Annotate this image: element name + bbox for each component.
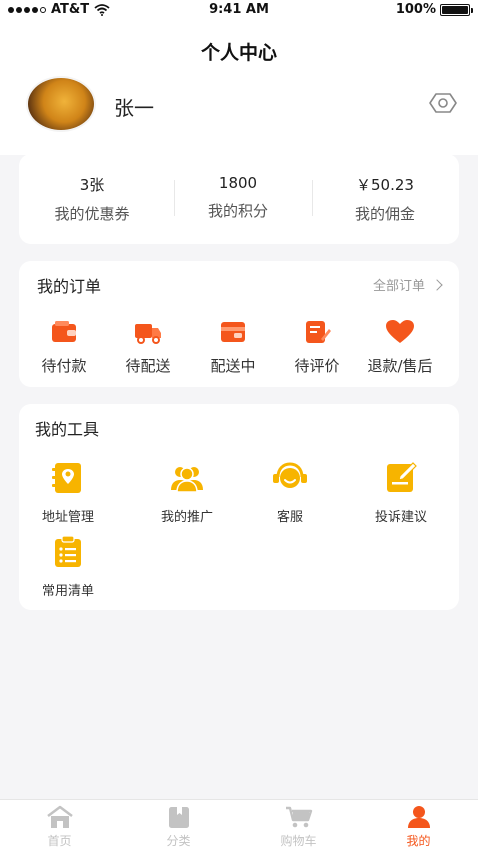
order-pending-delivery[interactable]: 待配送: [105, 319, 191, 376]
settings-hex-icon[interactable]: [428, 92, 458, 114]
points-label: 我的积分: [207, 202, 268, 220]
order-pending-review[interactable]: 待评价: [274, 319, 360, 376]
chevron-right-icon: [431, 278, 443, 291]
order-refund[interactable]: 退款/售后: [357, 319, 443, 376]
tab-cart[interactable]: 购物车: [239, 805, 358, 849]
tool-address[interactable]: 地址管理: [13, 460, 123, 525]
order-label: 配送中: [210, 357, 256, 375]
home-icon: [46, 805, 73, 828]
tab-mine[interactable]: 我的: [359, 805, 478, 849]
headset-icon: [273, 462, 307, 488]
commission-value: ￥50.23: [356, 176, 414, 194]
tool-label: 常用清单: [41, 584, 94, 599]
tools-card: 我的工具 地址管理 我的推广 客服 投诉建议 常用清单: [19, 404, 459, 610]
page-title: 个人中心: [200, 42, 277, 64]
order-delivering[interactable]: 配送中: [190, 319, 276, 376]
users-icon: [171, 467, 203, 493]
tools-title: 我的工具: [35, 420, 100, 439]
tool-label: 客服: [276, 510, 303, 525]
edit-note-icon: [306, 321, 331, 343]
cart-icon: [285, 806, 312, 828]
order-label: 退款/售后: [367, 357, 433, 375]
category-icon: [168, 807, 189, 828]
heart-icon: [386, 320, 414, 343]
order-label: 待配送: [125, 357, 171, 375]
orders-card: 我的订单 全部订单 待付款 待配送 配送中 待评价 退款/售后: [19, 261, 459, 387]
username: 张一: [114, 96, 154, 120]
all-orders-link[interactable]: 全部订单: [372, 275, 443, 294]
battery-percent: 100%: [395, 2, 436, 17]
points-stat[interactable]: 1800 我的积分: [165, 174, 311, 221]
order-label: 待付款: [41, 357, 87, 375]
coupon-label: 我的优惠券: [54, 205, 130, 223]
tab-label: 首页: [47, 834, 72, 848]
status-right: 100%: [395, 2, 473, 17]
battery-icon: [440, 3, 473, 16]
tool-feedback[interactable]: 投诉建议: [346, 460, 456, 525]
tab-category[interactable]: 分类: [119, 805, 238, 849]
location-book-icon: [52, 463, 81, 493]
commission-label: 我的佣金: [354, 205, 415, 223]
order-pending-payment[interactable]: 待付款: [21, 319, 107, 376]
feedback-icon: [387, 462, 417, 492]
tool-label: 投诉建议: [374, 510, 427, 525]
all-orders-label: 全部订单: [372, 279, 425, 294]
tool-label: 我的推广: [160, 510, 213, 525]
order-label: 待评价: [294, 357, 340, 375]
points-value: 1800: [218, 174, 258, 192]
profile-header: 个人中心 张一: [0, 20, 478, 155]
coupon-stat[interactable]: 3张 我的优惠券: [19, 174, 165, 224]
card-wallet-icon: [221, 322, 245, 342]
stats-card: 3张 我的优惠券 1800 我的积分 ￥50.23 我的佣金: [19, 154, 459, 244]
tool-promotion[interactable]: 我的推广: [132, 460, 242, 525]
status-bar: AT&T 9:41 AM 100%: [0, 0, 478, 20]
truck-icon: [135, 324, 161, 344]
coupon-count: 3张: [79, 176, 105, 194]
commission-stat[interactable]: ￥50.23 我的佣金: [312, 174, 458, 224]
tab-home[interactable]: 首页: [0, 805, 119, 849]
tool-label: 地址管理: [41, 510, 94, 525]
tool-checklist[interactable]: 常用清单: [13, 534, 123, 599]
wallet-icon: [52, 321, 76, 342]
tab-label: 我的: [406, 834, 431, 848]
orders-title: 我的订单: [37, 277, 102, 296]
tab-bar: 首页 分类 购物车 我的: [0, 799, 478, 850]
tool-customer-service[interactable]: 客服: [235, 460, 345, 525]
user-icon: [407, 806, 430, 828]
checklist-icon: [55, 535, 81, 567]
tab-label: 分类: [166, 834, 191, 848]
avatar[interactable]: [26, 76, 96, 132]
tab-label: 购物车: [280, 834, 317, 848]
